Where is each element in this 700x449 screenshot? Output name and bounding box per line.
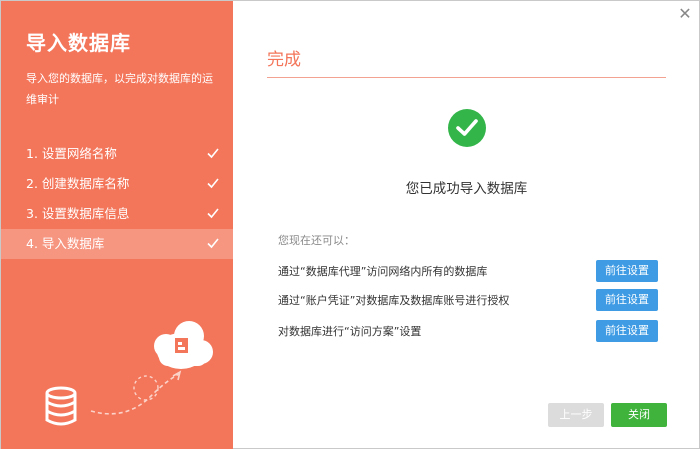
wizard-steps: 1. 设置网络名称 2. 创建数据库名称 3. 设置数据库信息 4. 导入数据库: [1, 139, 233, 259]
option-row-database-proxy: 通过“数据库代理”访问网络内所有的数据库 前往设置: [278, 260, 658, 282]
check-icon: [207, 148, 219, 159]
database-icon: [45, 386, 77, 426]
goto-settings-button-credentials[interactable]: 前往设置: [596, 289, 658, 311]
success-message: 您已成功导入数据库: [405, 181, 528, 197]
next-actions-label: 您现在还可以：: [278, 234, 355, 247]
page-title: 完成: [267, 50, 301, 70]
wizard-step-4[interactable]: 4. 导入数据库: [1, 229, 233, 259]
check-icon: [207, 178, 219, 189]
option-row-access-plan: 对数据库进行“访问方案”设置 前往设置: [278, 320, 658, 342]
wizard-step-label: 2. 创建数据库名称: [26, 176, 130, 191]
wizard-step-label: 3. 设置数据库信息: [26, 206, 130, 221]
sidebar-title: 导入数据库: [26, 31, 131, 55]
import-database-dialog: 导入数据库 导入您的数据库，以完成对数据库的运维审计 1. 设置网络名称 2. …: [0, 0, 700, 449]
close-icon[interactable]: ✕: [676, 5, 694, 23]
success-check-icon: [448, 109, 486, 147]
wizard-step-1[interactable]: 1. 设置网络名称: [1, 139, 233, 169]
option-text: 通过“数据库代理”访问网络内所有的数据库: [278, 265, 488, 278]
option-row-account-credentials: 通过“账户凭证”对数据库及数据库账号进行授权 前往设置: [278, 289, 658, 311]
wizard-sidebar: 导入数据库 导入您的数据库，以完成对数据库的运维审计 1. 设置网络名称 2. …: [1, 1, 233, 449]
database-to-cloud-illustration: [45, 321, 213, 426]
previous-step-button[interactable]: 上一步: [548, 403, 604, 427]
wizard-step-label: 4. 导入数据库: [26, 236, 105, 251]
goto-settings-button-access-plan[interactable]: 前往设置: [596, 320, 658, 342]
wizard-step-label: 1. 设置网络名称: [26, 146, 117, 161]
wizard-step-3[interactable]: 3. 设置数据库信息: [1, 199, 233, 229]
check-icon: [207, 238, 219, 249]
check-icon: [207, 208, 219, 219]
cloud-icon: [154, 321, 213, 369]
title-divider: [267, 77, 666, 78]
goto-settings-button-proxy[interactable]: 前往设置: [596, 260, 658, 282]
wizard-step-2[interactable]: 2. 创建数据库名称: [1, 169, 233, 199]
close-button[interactable]: 关闭: [611, 403, 667, 427]
option-text: 通过“账户凭证”对数据库及数据库账号进行授权: [278, 294, 510, 307]
option-text: 对数据库进行“访问方案”设置: [278, 325, 422, 338]
sidebar-description: 导入您的数据库，以完成对数据库的运维审计: [26, 72, 213, 106]
